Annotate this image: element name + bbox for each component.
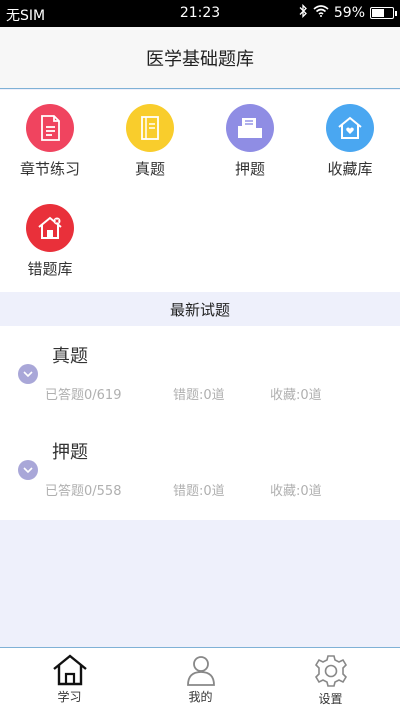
menu-label: 押题	[234, 160, 265, 178]
chevron-down-icon[interactable]	[18, 364, 38, 384]
menu-item-past-exams[interactable]: 真题	[100, 90, 200, 190]
favorite-count: 收藏:0道	[270, 484, 322, 499]
home-icon	[52, 654, 87, 686]
menu-item-predicted-questions[interactable]: 押题	[200, 90, 300, 190]
page-title: 医学基础题库	[146, 48, 254, 70]
section-title: 最新试题	[0, 292, 400, 326]
nav-bar: 医学基础题库	[0, 27, 400, 89]
wrong-count: 错题:0道	[173, 388, 225, 403]
menu-label: 章节练习	[19, 160, 80, 178]
battery-fill	[372, 9, 384, 17]
home-x-icon	[26, 204, 74, 252]
answered-count: 已答题0/558	[45, 484, 122, 499]
tab-label: 设置	[318, 692, 343, 706]
menu-item-chapter-practice[interactable]: 章节练习	[0, 90, 100, 190]
menu-grid: 章节练习 真题 押题 收藏库 错题库	[0, 90, 400, 292]
tab-settings[interactable]: 设置	[264, 648, 397, 711]
menu-label: 错题库	[27, 260, 73, 278]
exam-title: 押题	[52, 442, 88, 463]
tab-label: 我的	[188, 690, 213, 704]
battery-percent: 59%	[333, 5, 365, 21]
chevron-down-icon[interactable]	[18, 460, 38, 480]
home-heart-icon	[326, 104, 374, 152]
wrong-count: 错题:0道	[173, 484, 225, 499]
answered-count: 已答题0/619	[45, 388, 122, 403]
menu-item-favorites[interactable]: 收藏库	[300, 90, 400, 190]
folder-icon	[226, 104, 274, 152]
favorite-count: 收藏:0道	[270, 388, 322, 403]
status-bar: 无SIM 21:23 59%	[0, 0, 400, 27]
status-right: 59%	[298, 3, 397, 22]
menu-item-wrong-questions[interactable]: 错题库	[0, 190, 100, 290]
user-icon	[186, 656, 215, 686]
wifi-icon	[313, 5, 329, 21]
menu-label: 收藏库	[327, 160, 373, 178]
exam-title: 真题	[52, 346, 88, 367]
tab-label: 学习	[57, 690, 82, 704]
bluetooth-icon	[298, 3, 308, 22]
gear-icon	[314, 655, 347, 687]
list-item[interactable]: 真题 已答题0/619 错题:0道 收藏:0道	[0, 326, 400, 422]
tab-mine[interactable]: 我的	[134, 648, 267, 711]
menu-label: 真题	[134, 160, 165, 178]
battery-icon	[370, 7, 397, 19]
tab-bar: 学习 我的 设置	[0, 647, 400, 711]
book-icon	[126, 104, 174, 152]
document-icon	[26, 104, 74, 152]
tab-study[interactable]: 学习	[3, 648, 136, 711]
list-item[interactable]: 押题 已答题0/558 错题:0道 收藏:0道	[0, 422, 400, 518]
section-title-text: 最新试题	[169, 300, 230, 319]
exam-list: 真题 已答题0/619 错题:0道 收藏:0道 押题 已答题0/558 错题:0…	[0, 326, 400, 520]
